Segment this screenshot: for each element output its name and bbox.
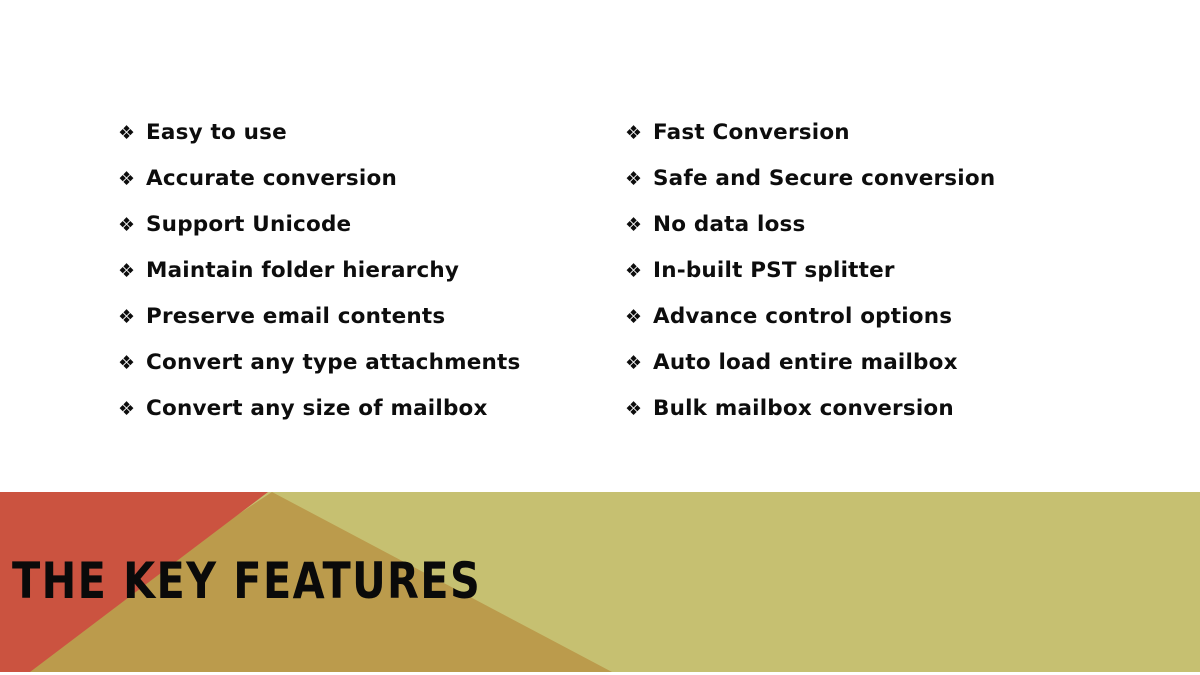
diamond-bullet-icon: ❖ bbox=[625, 352, 643, 374]
features-column-left: ❖ Easy to use ❖ Accurate conversion ❖ Su… bbox=[118, 110, 578, 432]
list-item-label: Preserve email contents bbox=[146, 304, 446, 329]
slide: ❖ Easy to use ❖ Accurate conversion ❖ Su… bbox=[0, 0, 1200, 675]
list-item-label: Bulk mailbox conversion bbox=[653, 396, 954, 421]
list-item: ❖ Auto load entire mailbox bbox=[625, 340, 1095, 386]
list-item: ❖ Easy to use bbox=[118, 110, 578, 156]
features-content: ❖ Easy to use ❖ Accurate conversion ❖ Su… bbox=[0, 0, 1200, 492]
list-item: ❖ No data loss bbox=[625, 202, 1095, 248]
list-item-label: Fast Conversion bbox=[653, 120, 850, 145]
list-item: ❖ Preserve email contents bbox=[118, 294, 578, 340]
list-item: ❖ Convert any size of mailbox bbox=[118, 386, 578, 432]
list-item-label: Easy to use bbox=[146, 120, 287, 145]
list-item: ❖ Safe and Secure conversion bbox=[625, 156, 1095, 202]
list-item: ❖ Accurate conversion bbox=[118, 156, 578, 202]
list-item-label: Convert any type attachments bbox=[146, 350, 521, 375]
list-item-label: Maintain folder hierarchy bbox=[146, 258, 460, 283]
diamond-bullet-icon: ❖ bbox=[118, 168, 136, 190]
diamond-bullet-icon: ❖ bbox=[625, 306, 643, 328]
diamond-bullet-icon: ❖ bbox=[118, 214, 136, 236]
list-item-label: In-built PST splitter bbox=[653, 258, 895, 283]
diamond-bullet-icon: ❖ bbox=[118, 398, 136, 420]
list-item-label: Convert any size of mailbox bbox=[146, 396, 488, 421]
list-item: ❖ Advance control options bbox=[625, 294, 1095, 340]
list-item-label: Advance control options bbox=[653, 304, 953, 329]
list-item: ❖ Bulk mailbox conversion bbox=[625, 386, 1095, 432]
features-column-right: ❖ Fast Conversion ❖ Safe and Secure conv… bbox=[625, 110, 1095, 432]
list-item-label: Support Unicode bbox=[146, 212, 352, 237]
diamond-bullet-icon: ❖ bbox=[118, 122, 136, 144]
diamond-bullet-icon: ❖ bbox=[625, 122, 643, 144]
list-item-label: Auto load entire mailbox bbox=[653, 350, 958, 375]
diamond-bullet-icon: ❖ bbox=[118, 352, 136, 374]
list-item: ❖ Convert any type attachments bbox=[118, 340, 578, 386]
list-item: ❖ In-built PST splitter bbox=[625, 248, 1095, 294]
list-item-label: Safe and Secure conversion bbox=[653, 166, 996, 191]
list-item: ❖ Fast Conversion bbox=[625, 110, 1095, 156]
list-item-label: No data loss bbox=[653, 212, 806, 237]
diamond-bullet-icon: ❖ bbox=[625, 260, 643, 282]
diamond-bullet-icon: ❖ bbox=[625, 168, 643, 190]
diamond-bullet-icon: ❖ bbox=[118, 260, 136, 282]
page-title: THE KEY FEATURES bbox=[12, 552, 482, 610]
list-item: ❖ Support Unicode bbox=[118, 202, 578, 248]
diamond-bullet-icon: ❖ bbox=[625, 214, 643, 236]
diamond-bullet-icon: ❖ bbox=[625, 398, 643, 420]
list-item: ❖ Maintain folder hierarchy bbox=[118, 248, 578, 294]
list-item-label: Accurate conversion bbox=[146, 166, 397, 191]
diamond-bullet-icon: ❖ bbox=[118, 306, 136, 328]
